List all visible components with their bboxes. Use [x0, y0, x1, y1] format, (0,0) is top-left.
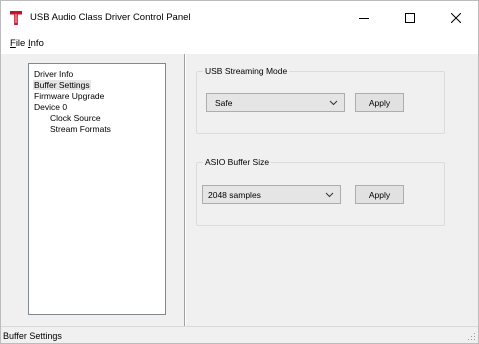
maximize-icon: [405, 12, 415, 23]
menu-info-label: nfo: [30, 38, 44, 49]
menu-bar: File Info: [1, 34, 478, 54]
tree-item-clock-source[interactable]: Clock Source: [50, 113, 101, 123]
tree-item-firmware-upgrade[interactable]: Firmware Upgrade: [34, 91, 104, 101]
asio-buffer-size-value: 2048 samples: [208, 190, 261, 200]
usb-streaming-mode-group: USB Streaming Mode Safe Apply: [196, 66, 445, 134]
menu-file-label: ile: [15, 38, 26, 49]
main-window: USB Audio Class Driver Control Panel Fil…: [0, 0, 479, 344]
close-icon: [451, 12, 461, 23]
asio-buffer-size-dropdown[interactable]: 2048 samples: [202, 185, 341, 204]
pane-splitter[interactable]: [184, 54, 186, 326]
window-title: USB Audio Class Driver Control Panel: [30, 12, 191, 23]
usb-streaming-apply-button[interactable]: Apply: [355, 93, 404, 112]
asio-buffer-apply-button[interactable]: Apply: [355, 185, 404, 204]
tree-item-driver-info[interactable]: Driver Info: [34, 69, 73, 79]
tree-item-device-0[interactable]: Device 0: [34, 102, 67, 112]
usb-streaming-mode-dropdown[interactable]: Safe: [206, 93, 345, 112]
usb-streaming-mode-title: USB Streaming Mode: [203, 66, 290, 76]
minimize-icon: [359, 17, 369, 19]
status-text: Buffer Settings: [3, 331, 62, 341]
menu-file[interactable]: File: [10, 38, 25, 49]
asio-buffer-size-title: ASIO Buffer Size: [203, 157, 272, 167]
maximize-button[interactable]: [387, 1, 433, 34]
navigation-tree[interactable]: Driver Info Buffer Settings Firmware Upg…: [28, 63, 166, 315]
minimize-button[interactable]: [341, 1, 387, 34]
status-bar: Buffer Settings: [1, 326, 478, 343]
usb-streaming-apply-label: Apply: [368, 97, 391, 108]
menu-info[interactable]: Info: [28, 38, 44, 49]
chevron-down-icon: [325, 192, 334, 198]
chevron-down-icon: [329, 100, 338, 106]
asio-buffer-size-group: ASIO Buffer Size 2048 samples Apply: [196, 157, 445, 226]
tree-item-stream-formats[interactable]: Stream Formats: [50, 124, 111, 134]
usb-streaming-mode-value: Safe: [215, 98, 233, 108]
asio-buffer-apply-label: Apply: [368, 189, 391, 200]
resize-grip-icon[interactable]: [466, 331, 476, 341]
t-logo-icon: [10, 11, 22, 25]
tree-item-buffer-settings[interactable]: Buffer Settings: [33, 80, 91, 90]
close-button[interactable]: [433, 1, 479, 34]
title-bar[interactable]: USB Audio Class Driver Control Panel: [1, 1, 478, 34]
